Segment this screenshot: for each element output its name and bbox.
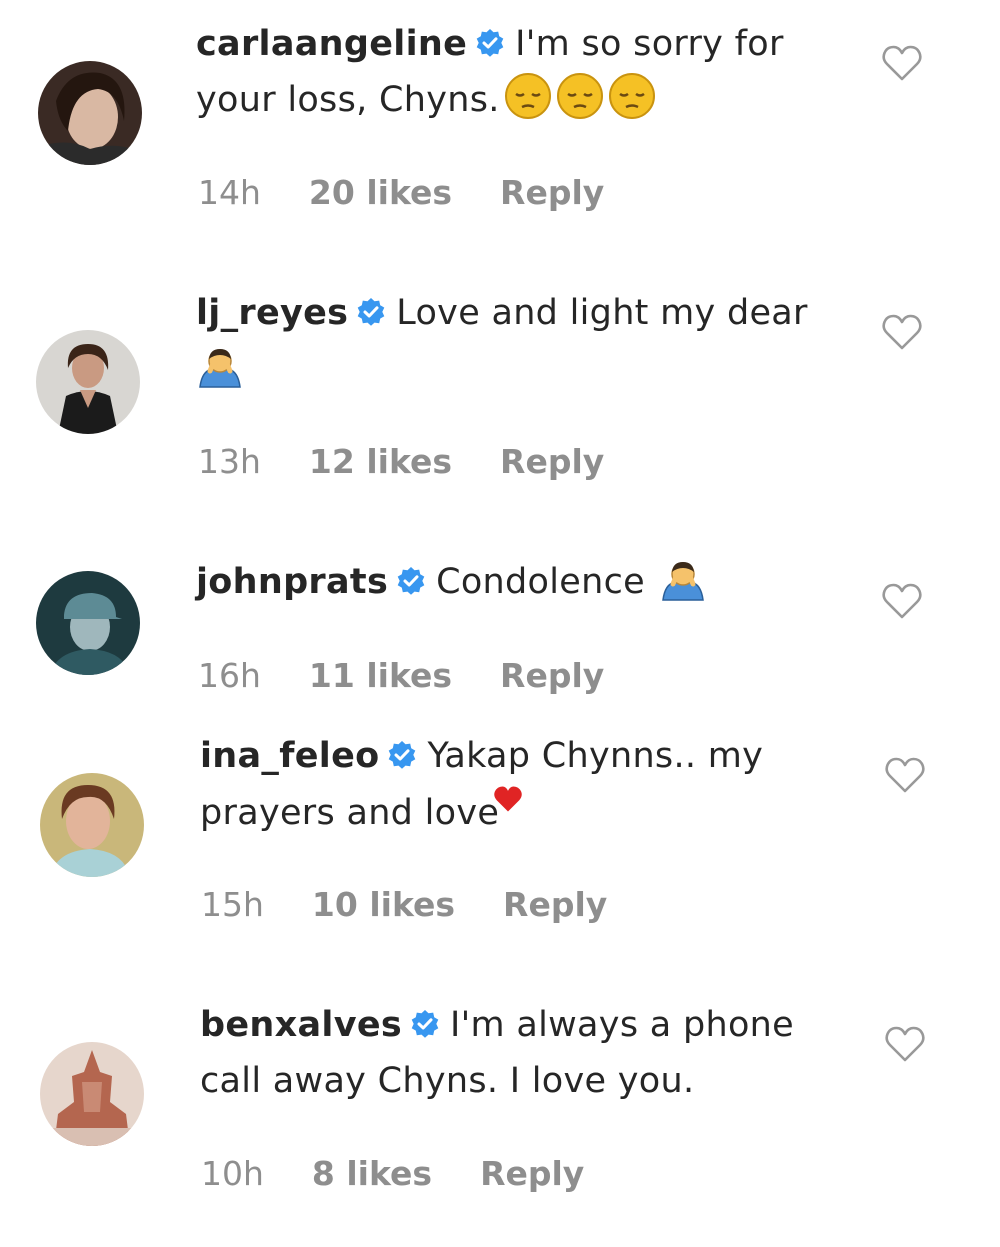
person-bowing-emoji [659, 554, 707, 602]
username[interactable]: ina_feleo [200, 736, 379, 776]
comment-likes[interactable]: 12 likes [309, 442, 452, 482]
comment-text: lj_reyes Love and light my dear [196, 285, 856, 397]
username[interactable]: carlaangeline [196, 24, 467, 64]
comment-likes[interactable]: 11 likes [309, 656, 452, 696]
username[interactable]: johnprats [196, 562, 388, 602]
avatar[interactable] [40, 773, 144, 877]
avatar[interactable] [36, 571, 140, 675]
pensive-face-emoji [608, 72, 656, 120]
comment-time: 14h [198, 173, 261, 212]
comment-likes[interactable]: 8 likes [312, 1154, 432, 1194]
pensive-face-emoji [504, 72, 552, 120]
comment-meta: 16h 11 likes Reply [198, 656, 652, 696]
comment-time: 10h [201, 1154, 264, 1193]
pensive-face-emoji [556, 72, 604, 120]
avatar[interactable] [38, 61, 142, 165]
comment-text: johnprats Condolence [196, 554, 856, 610]
heart-outline-icon[interactable] [884, 755, 926, 795]
comment-meta: 13h 12 likes Reply [198, 442, 652, 482]
verified-badge-icon [396, 566, 426, 596]
heart-outline-icon[interactable] [884, 1024, 926, 1064]
comment-meta: 15h 10 likes Reply [201, 885, 655, 925]
reply-button[interactable]: Reply [480, 1154, 584, 1194]
avatar[interactable] [40, 1042, 144, 1146]
person-bowing-emoji [196, 341, 244, 389]
username[interactable]: benxalves [200, 1005, 402, 1045]
comment-time: 16h [198, 656, 261, 695]
comment-likes[interactable]: 20 likes [309, 173, 452, 213]
reply-button[interactable]: Reply [500, 442, 604, 482]
comment-text: ina_feleo Yakap Chynns.. my prayers and l… [200, 728, 820, 841]
avatar[interactable] [36, 330, 140, 434]
verified-badge-icon [356, 297, 386, 327]
reply-button[interactable]: Reply [503, 885, 607, 925]
comment-text: benxalves I'm always a phone call away Ch… [200, 997, 840, 1109]
reply-button[interactable]: Reply [500, 656, 604, 696]
comment-likes[interactable]: 10 likes [312, 885, 455, 925]
comment-time: 15h [201, 885, 264, 924]
heart-outline-icon[interactable] [881, 43, 923, 83]
red-heart-emoji [493, 784, 523, 814]
heart-outline-icon[interactable] [881, 581, 923, 621]
reply-button[interactable]: Reply [500, 173, 604, 213]
comment-time: 13h [198, 442, 261, 481]
verified-badge-icon [475, 28, 505, 58]
heart-outline-icon[interactable] [881, 312, 923, 352]
comment-meta: 10h 8 likes Reply [201, 1154, 632, 1194]
comment-body: Condolence [436, 562, 645, 602]
comment-body: Love and light my dear [396, 293, 808, 333]
comment-text: carlaangeline I'm so sorry for your loss,… [196, 16, 856, 128]
comment-meta: 14h 20 likes Reply [198, 173, 652, 213]
verified-badge-icon [387, 740, 417, 770]
verified-badge-icon [410, 1009, 440, 1039]
username[interactable]: lj_reyes [196, 293, 348, 333]
